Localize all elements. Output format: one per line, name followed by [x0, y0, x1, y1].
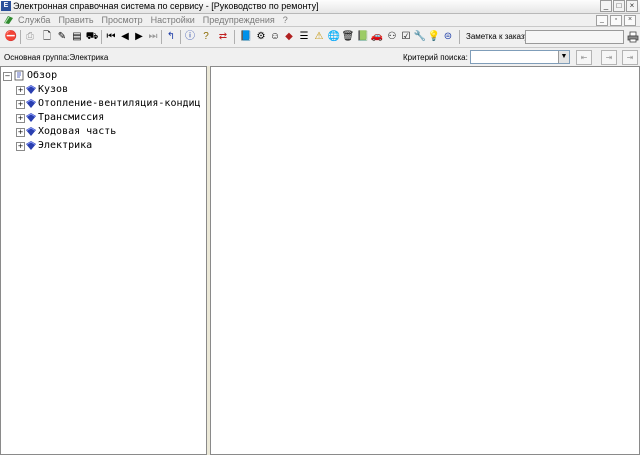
warning-icon[interactable]: ⚠ [312, 30, 326, 44]
parts-icon[interactable]: ⚙ [254, 30, 268, 44]
toolbar-separator [20, 30, 21, 44]
expand-icon[interactable]: + [16, 114, 25, 123]
minimize-button[interactable]: _ [600, 0, 612, 12]
help-icon[interactable]: ? [199, 30, 213, 44]
basket-icon[interactable]: 🗑 [341, 30, 355, 44]
print-disabled-icon[interactable]: ⎙ [23, 30, 37, 44]
lamp-icon[interactable]: 💡 [427, 30, 441, 44]
tree-item[interactable]: + Трансмиссия [3, 111, 207, 125]
tree-item[interactable]: + Ходовая часть [3, 125, 207, 139]
tree-root-label[interactable]: Обзор [27, 69, 57, 83]
search-end-icon[interactable]: ⇥ [622, 50, 638, 65]
order-note-field[interactable] [525, 30, 624, 44]
new-document-icon[interactable]: 🗋 [40, 30, 54, 44]
menu-warnings[interactable]: Предупреждения [203, 15, 275, 25]
green-book-icon[interactable]: 📗 [356, 30, 370, 44]
toolbar-separator [459, 30, 460, 44]
tree-item-label[interactable]: Кузов [38, 83, 68, 97]
chevron-down-icon[interactable]: ▼ [558, 51, 569, 63]
checklist-icon[interactable]: ☑ [399, 30, 413, 44]
tool-icon[interactable]: 🔧 [413, 30, 427, 44]
person-icon[interactable]: ☺ [268, 30, 282, 44]
book-icon [26, 127, 36, 136]
navigation-tree-pane[interactable]: − Обзор + Кузов + Отопление-вентиляция-к… [0, 66, 207, 455]
sphere-icon[interactable]: ⊜ [441, 30, 455, 44]
toolbar-separator [101, 30, 102, 44]
edit-document-icon[interactable]: ✎ [55, 30, 69, 44]
menu-view[interactable]: Просмотр [102, 15, 143, 25]
search-start-icon[interactable]: ⇤ [576, 50, 592, 65]
info-icon[interactable]: ⓘ [183, 30, 197, 44]
printer-icon[interactable] [627, 31, 639, 43]
overview-book-icon [14, 70, 24, 81]
menu-bar: Служба Править Просмотр Настройки Предуп… [0, 14, 640, 27]
toolbar-separator [234, 30, 235, 44]
last-page-icon[interactable]: ⏭ [146, 30, 160, 44]
tree-item[interactable]: + Отопление-вентиляция-кондиц [3, 97, 207, 111]
toolbar-separator [180, 30, 181, 44]
book-icon [26, 85, 36, 94]
document-list-icon[interactable]: ▤ [70, 30, 84, 44]
info-bar: Основная группа:Электрика Критерий поиск… [0, 48, 640, 66]
expand-icon[interactable]: + [16, 100, 25, 109]
tree-item-label[interactable]: Электрика [38, 139, 92, 153]
tree-root-row[interactable]: − Обзор [3, 69, 207, 83]
tree-item-label[interactable]: Трансмиссия [38, 111, 104, 125]
tree-item[interactable]: + Электрика [3, 139, 207, 153]
menu-service[interactable]: Служба [18, 15, 50, 25]
app-icon: E [1, 1, 11, 11]
back-arrow-icon[interactable]: ↰ [164, 30, 178, 44]
previous-page-icon[interactable]: ◀ [118, 30, 132, 44]
main-group-label: Основная группа:Электрика [4, 53, 109, 62]
switch-icon[interactable]: ⇄ [216, 30, 230, 44]
maximize-button[interactable]: □ [613, 0, 625, 12]
diagnostics-icon[interactable]: ⚇ [385, 30, 399, 44]
tree-item-label[interactable]: Отопление-вентиляция-кондиц [38, 97, 201, 111]
car-icon[interactable]: ⛟ [85, 30, 99, 44]
car-book-icon [4, 16, 13, 24]
mdi-restore-button[interactable]: ▫ [610, 15, 622, 26]
search-next-icon[interactable]: ⇥ [601, 50, 617, 65]
next-page-icon[interactable]: ▶ [132, 30, 146, 44]
expand-icon[interactable]: + [16, 128, 25, 137]
first-page-icon[interactable]: ⏮ [104, 30, 118, 44]
order-note-label: Заметка к заказу: [466, 32, 531, 41]
expand-icon[interactable]: + [16, 86, 25, 95]
book-icon [26, 113, 36, 122]
document-content-pane[interactable] [210, 66, 640, 455]
tree-item-label[interactable]: Ходовая часть [38, 125, 116, 139]
tree-item[interactable]: + Кузов [3, 83, 207, 97]
search-criteria-select[interactable]: ▼ [470, 50, 570, 64]
toolbar: ⛔ ⎙ 🗋 ✎ ▤ ⛟ ⏮ ◀ ▶ ⏭ ↰ ⓘ ? ⇄ 📘 ⚙ ☺ ◆ ☰ ⚠ … [0, 27, 640, 48]
exit-icon[interactable]: ⛔ [4, 30, 18, 44]
manual-icon[interactable]: 📘 [239, 30, 253, 44]
menu-edit[interactable]: Править [58, 15, 93, 25]
book-icon [26, 141, 36, 150]
mdi-minimize-button[interactable]: _ [596, 15, 608, 26]
menu-help[interactable]: ? [283, 15, 288, 25]
collapse-icon[interactable]: − [3, 72, 12, 81]
globe-icon[interactable]: 🌐 [327, 30, 341, 44]
toolbar-separator [161, 30, 162, 44]
list-icon[interactable]: ☰ [297, 30, 311, 44]
window-title: Электронная справочная система по сервис… [13, 1, 319, 11]
navigation-tree: − Обзор + Кузов + Отопление-вентиляция-к… [3, 69, 207, 169]
mdi-close-button[interactable]: × [624, 15, 636, 26]
bookmark-icon[interactable]: ◆ [282, 30, 296, 44]
expand-icon[interactable]: + [16, 142, 25, 151]
vehicle-icon[interactable]: 🚗 [370, 30, 384, 44]
title-bar: E Электронная справочная система по серв… [0, 0, 640, 14]
menu-settings[interactable]: Настройки [151, 15, 195, 25]
book-icon [26, 99, 36, 108]
search-criteria-label: Критерий поиска: [403, 53, 468, 62]
close-button[interactable]: × [626, 0, 638, 12]
